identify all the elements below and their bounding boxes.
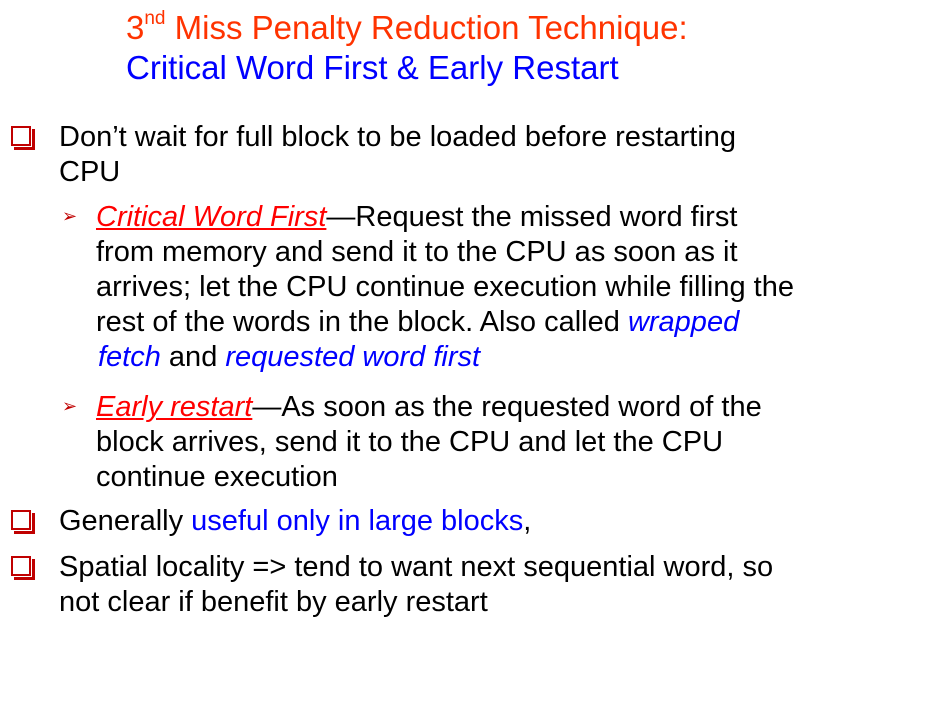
bullet-2-highlight: useful only in large blocks <box>191 505 524 537</box>
sub-bullet-2-line-2: block arrives, send it to the CPU and le… <box>96 426 724 458</box>
bullet-2: Generally useful only in large blocks, <box>59 504 531 539</box>
bullet-1-line-2: CPU <box>59 156 121 188</box>
arrowhead-bullet-icon: ➢ <box>62 206 78 226</box>
sub-bullet-1-line-4: rest of the words in the block. Also cal… <box>96 305 906 340</box>
hollow-square-bullet-icon <box>11 510 31 530</box>
sub-bullet-1-line-3: arrives; let the CPU continue execution … <box>96 271 794 303</box>
title-line-1: 3nd Miss Penalty Reduction Technique: <box>126 8 688 48</box>
slide-title: 3nd Miss Penalty Reduction Technique: Cr… <box>126 8 688 88</box>
title-ordinal-suffix: nd <box>144 8 166 29</box>
slide: 3nd Miss Penalty Reduction Technique: Cr… <box>0 0 940 706</box>
sub-bullet-2-text-1: —As soon as the requested word of the <box>252 391 762 423</box>
alias-fetch: fetch <box>98 341 161 373</box>
bullet-2-suffix: , <box>523 505 532 537</box>
title-line-1-text: Miss Penalty Reduction Technique: <box>165 9 688 46</box>
sub-bullet-critical-word-first: Critical Word First—Request the missed w… <box>96 200 906 375</box>
bullet-3: Spatial locality => tend to want next se… <box>59 550 773 620</box>
sub-bullet-1-text-4: rest of the words in the block. Also cal… <box>96 306 628 338</box>
bullet-3-line-2: not clear if benefit by early restart <box>59 586 488 618</box>
sub-bullet-1-line-1: Critical Word First—Request the missed w… <box>96 200 906 235</box>
sub-bullet-1-text-1: —Request the missed word first <box>326 201 738 233</box>
hollow-square-bullet-icon <box>11 126 31 146</box>
title-line-2: Critical Word First & Early Restart <box>126 49 619 86</box>
bullet-1: Don’t wait for full block to be loaded b… <box>59 120 736 190</box>
term-critical-word-first: Critical Word First <box>96 201 327 233</box>
hollow-square-bullet-icon <box>11 556 31 576</box>
sub-bullet-2-line-1: Early restart—As soon as the requested w… <box>96 390 906 425</box>
bullet-3-line-1: Spatial locality => tend to want next se… <box>59 551 774 583</box>
sub-bullet-1-line-5: fetch and requested word first <box>96 340 906 375</box>
sub-bullet-1-and: and <box>160 341 226 373</box>
bullet-1-line-1: Don’t wait for full block to be loaded b… <box>59 121 737 153</box>
arrowhead-bullet-icon: ➢ <box>62 396 78 416</box>
sub-bullet-1-line-2: from memory and send it to the CPU as so… <box>96 236 738 268</box>
alias-wrapped: wrapped <box>627 306 740 338</box>
sub-bullet-2-line-3: continue execution <box>96 461 338 493</box>
alias-requested-word-first: requested word first <box>225 341 481 373</box>
title-number: 3 <box>126 9 145 46</box>
term-early-restart: Early restart <box>96 391 253 423</box>
bullet-2-prefix: Generally <box>59 505 192 537</box>
sub-bullet-early-restart: Early restart—As soon as the requested w… <box>96 390 906 495</box>
